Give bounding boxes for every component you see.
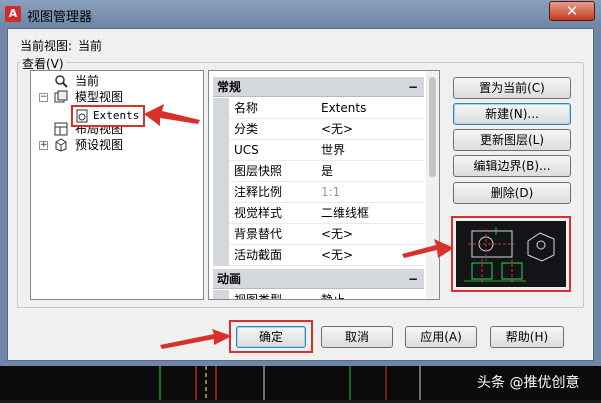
row-gutter bbox=[213, 203, 229, 224]
properties-scrollbar[interactable] bbox=[426, 71, 439, 299]
row-gutter bbox=[213, 182, 229, 203]
prop-row-name[interactable]: 名称 Extents bbox=[213, 98, 424, 119]
row-gutter bbox=[213, 140, 229, 161]
edit-boundaries-button[interactable]: 编辑边界(B)... bbox=[453, 155, 571, 177]
new-view-button[interactable]: 新建(N)... bbox=[453, 103, 571, 125]
prop-value[interactable]: <无> bbox=[321, 224, 353, 245]
prop-value[interactable]: 世界 bbox=[321, 140, 345, 161]
scroll-thumb[interactable] bbox=[429, 77, 436, 177]
row-gutter bbox=[213, 98, 229, 119]
prop-row-annotation-scale[interactable]: 注释比例 1:1 bbox=[213, 182, 424, 203]
cancel-button[interactable]: 取消 bbox=[321, 326, 393, 348]
prop-row-category[interactable]: 分类 <无> bbox=[213, 119, 424, 140]
tree-item-current[interactable]: 当前 bbox=[37, 73, 187, 89]
preset-view-icon bbox=[53, 138, 69, 152]
prop-name: 背景替代 bbox=[234, 227, 283, 241]
current-view-label: 当前视图: bbox=[20, 39, 73, 53]
collapse-icon[interactable]: − bbox=[408, 77, 418, 97]
tree-label: 当前 bbox=[75, 74, 100, 88]
properties-grid[interactable]: 常规 − 名称 Extents 分类 <无> UCS 世界 图层快照 是 注释比… bbox=[208, 70, 440, 300]
prop-value[interactable]: 二维线框 bbox=[321, 203, 369, 224]
window-title: 视图管理器 bbox=[27, 10, 93, 25]
prop-name: UCS bbox=[234, 143, 259, 157]
row-gutter bbox=[213, 119, 229, 140]
section-general-header[interactable]: 常规 − bbox=[213, 77, 424, 97]
prop-row-visual-style[interactable]: 视觉样式 二维线框 bbox=[213, 203, 424, 224]
prop-value[interactable]: 静止 bbox=[321, 290, 345, 299]
prop-name: 名称 bbox=[234, 101, 259, 115]
prop-row-layer-snapshot[interactable]: 图层快照 是 bbox=[213, 161, 424, 182]
annotation-arrow-preview bbox=[402, 239, 454, 258]
view-preview bbox=[451, 216, 571, 292]
prop-value[interactable]: <无> bbox=[321, 119, 353, 140]
row-gutter bbox=[213, 290, 229, 299]
dialog-window: A 视图管理器 ✕ 当前视图: 当前 查看(V) 当前 − 模型视图 布局视图 … bbox=[0, 0, 601, 366]
prop-name: 注释比例 bbox=[234, 185, 283, 199]
collapse-icon[interactable]: − bbox=[408, 269, 418, 289]
prop-name: 视图类型 bbox=[234, 293, 283, 300]
model-view-icon bbox=[53, 90, 69, 104]
delete-button[interactable]: 删除(D) bbox=[453, 182, 571, 204]
tree-item-extents[interactable]: Extents bbox=[71, 105, 145, 127]
annotation-arrow-extents bbox=[144, 104, 200, 126]
prop-row-view-type[interactable]: 视图类型 静止 bbox=[213, 290, 424, 300]
expand-toggle[interactable]: + bbox=[39, 141, 48, 150]
prop-name: 分类 bbox=[234, 122, 259, 136]
prop-row-background-override[interactable]: 背景替代 <无> bbox=[213, 224, 424, 245]
ok-button[interactable]: 确定 bbox=[236, 326, 306, 348]
current-view-value: 当前 bbox=[78, 39, 103, 53]
section-animation-header[interactable]: 动画 − bbox=[213, 269, 424, 289]
prop-value[interactable]: Extents bbox=[321, 98, 366, 119]
set-current-button[interactable]: 置为当前(C) bbox=[453, 77, 571, 99]
row-gutter bbox=[213, 224, 229, 245]
prop-name: 视觉样式 bbox=[234, 206, 283, 220]
prop-row-ucs[interactable]: UCS 世界 bbox=[213, 140, 424, 161]
annotation-arrow-ok bbox=[160, 329, 232, 349]
prop-name: 活动截面 bbox=[234, 248, 283, 262]
close-button[interactable]: ✕ bbox=[549, 1, 595, 21]
preview-drawing bbox=[456, 221, 566, 287]
collapse-toggle[interactable]: − bbox=[39, 93, 48, 102]
tree-item-preset-views[interactable]: + 预设视图 bbox=[37, 137, 187, 153]
tree-label: 模型视图 bbox=[75, 90, 124, 104]
tree-label: 预设视图 bbox=[75, 138, 124, 152]
section-title: 常规 bbox=[217, 80, 242, 94]
autocad-app-icon: A bbox=[5, 6, 21, 22]
prop-name: 图层快照 bbox=[234, 164, 283, 178]
magnifier-icon bbox=[53, 74, 69, 88]
help-button[interactable]: 帮助(H) bbox=[490, 326, 564, 348]
tree-label: Extents bbox=[93, 109, 140, 122]
prop-value[interactable]: <无> bbox=[321, 245, 353, 266]
current-view-line: 当前视图: 当前 bbox=[20, 37, 102, 54]
prop-value: 1:1 bbox=[321, 185, 341, 199]
row-gutter bbox=[213, 161, 229, 182]
apply-button[interactable]: 应用(A) bbox=[405, 326, 477, 348]
update-layers-button[interactable]: 更新图层(L) bbox=[453, 129, 571, 151]
section-title: 动画 bbox=[217, 272, 242, 286]
prop-row-live-section[interactable]: 活动截面 <无> bbox=[213, 245, 424, 266]
row-gutter bbox=[213, 245, 229, 266]
layout-view-icon bbox=[53, 122, 69, 136]
watermark: 头条 @推优创意 bbox=[477, 375, 580, 391]
prop-value[interactable]: 是 bbox=[321, 161, 333, 182]
view-document-icon bbox=[74, 109, 90, 123]
title-bar[interactable]: A 视图管理器 ✕ bbox=[0, 0, 601, 27]
